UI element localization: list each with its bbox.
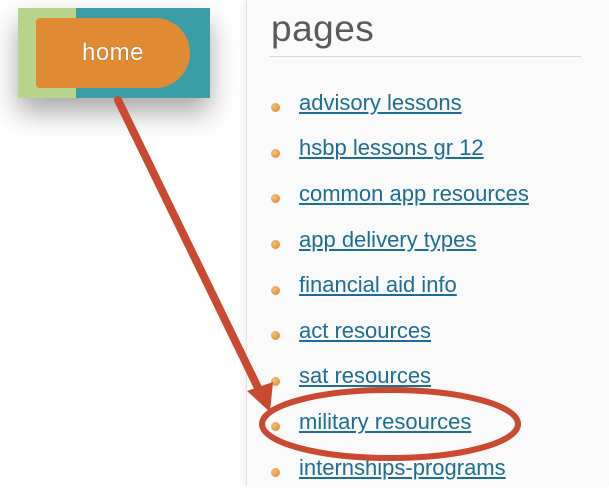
bullet-icon (271, 103, 280, 113)
page-link-hsbp-lessons[interactable]: hsbp lessons gr 12 (299, 135, 484, 161)
page-item-common-app-resources: common app resources (271, 171, 529, 217)
page-item-financial-aid-info: financial aid info (271, 262, 529, 308)
page-item-act-resources: act resources (271, 308, 529, 354)
page-item-hsbp-lessons: hsbp lessons gr 12 (271, 126, 529, 172)
bullet-icon (271, 331, 280, 341)
page-link-act-resources[interactable]: act resources (299, 318, 431, 344)
home-button[interactable]: home (36, 18, 190, 88)
annotation-arrow-line (114, 96, 266, 400)
page-link-advisory-lessons[interactable]: advisory lessons (299, 90, 462, 116)
page-item-internships-programs: internships-programs (271, 445, 529, 490)
bullet-icon (271, 285, 280, 295)
bullet-icon (271, 240, 280, 250)
page-item-sat-resources: sat resources (271, 354, 529, 400)
title-divider (269, 56, 581, 57)
page-link-sat-resources[interactable]: sat resources (299, 363, 431, 389)
bullet-icon (271, 422, 280, 432)
bullet-icon (271, 194, 280, 204)
page-link-financial-aid-info[interactable]: financial aid info (299, 272, 457, 298)
bullet-icon (271, 468, 280, 478)
page-item-app-delivery-types: app delivery types (271, 217, 529, 263)
page-link-military-resources[interactable]: military resources (299, 409, 471, 435)
pages-list: advisory lessons hsbp lessons gr 12 comm… (271, 80, 529, 490)
page-item-military-resources: military resources (271, 399, 529, 445)
bullet-icon (271, 148, 280, 158)
bullet-icon (271, 376, 280, 386)
panel-title: pages (271, 8, 375, 49)
page-link-internships-programs[interactable]: internships-programs (299, 455, 506, 481)
page-link-common-app-resources[interactable]: common app resources (299, 181, 529, 207)
pages-panel: pages advisory lessons hsbp lessons gr 1… (246, 0, 609, 486)
page-link-app-delivery-types[interactable]: app delivery types (299, 227, 476, 253)
home-button-group: home (18, 8, 210, 98)
page-item-advisory-lessons: advisory lessons (271, 80, 529, 126)
